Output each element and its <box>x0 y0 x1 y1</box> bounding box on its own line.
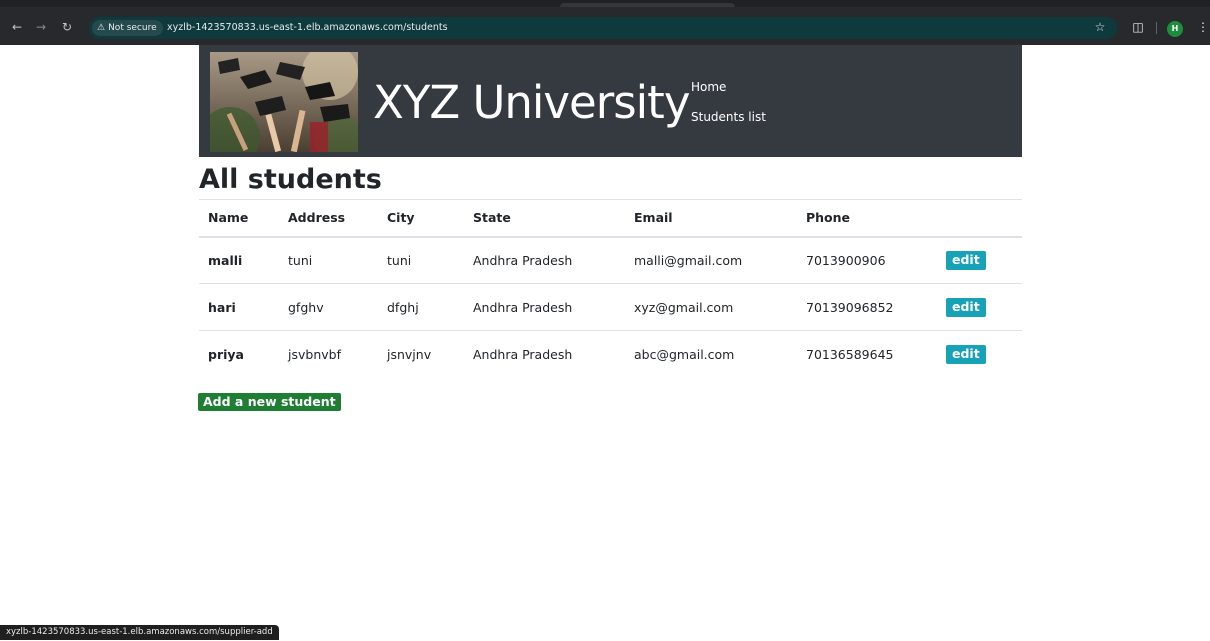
cell-actions: edit <box>937 236 1022 284</box>
address-bar[interactable]: ⚠ Not secure xyzlb-1423570833.us-east-1.e… <box>89 17 1117 39</box>
cell-phone: 70136589645 <box>797 330 937 378</box>
column-header-address: Address <box>279 199 378 238</box>
warning-icon: ⚠ <box>97 23 106 33</box>
back-arrow-icon[interactable]: ← <box>8 18 26 36</box>
cell-actions: edit <box>937 330 1022 378</box>
add-student-button[interactable]: Add a new student <box>198 393 341 411</box>
table-row: malli tuni tuni Andhra Pradesh malli@gma… <box>199 236 1022 284</box>
cell-email: xyz@gmail.com <box>625 283 797 331</box>
forward-arrow-icon[interactable]: → <box>32 18 50 36</box>
security-label: Not secure <box>108 23 157 33</box>
reload-icon[interactable]: ↻ <box>58 18 76 36</box>
site-header: XYZ University Home Students list <box>199 45 1022 157</box>
cell-state: Andhra Pradesh <box>464 283 625 331</box>
column-header-phone: Phone <box>797 199 937 238</box>
extensions-icon[interactable]: ◫ <box>1129 18 1147 36</box>
security-badge[interactable]: ⚠ Not secure <box>92 20 163 36</box>
tab-strip <box>0 0 1210 7</box>
profile-avatar[interactable]: H <box>1167 21 1183 37</box>
cell-city: jsnvjnv <box>378 330 464 378</box>
cell-name: priya <box>199 330 279 378</box>
cell-address: tuni <box>279 236 378 284</box>
column-header-name: Name <box>199 199 279 238</box>
cell-email: abc@gmail.com <box>625 330 797 378</box>
nav-link-home[interactable]: Home <box>691 80 726 94</box>
cell-address: gfghv <box>279 283 378 331</box>
nav-link-students-list[interactable]: Students list <box>691 110 766 124</box>
edit-button[interactable]: edit <box>946 250 986 270</box>
cell-email: malli@gmail.com <box>625 236 797 284</box>
site-title: XYZ University <box>373 76 690 129</box>
page-title: All students <box>199 164 382 195</box>
edit-button[interactable]: edit <box>946 344 986 364</box>
cell-state: Andhra Pradesh <box>464 236 625 284</box>
table-row: priya jsvbnvbf jsnvjnv Andhra Pradesh ab… <box>199 330 1022 378</box>
cell-city: tuni <box>378 236 464 284</box>
star-icon[interactable]: ☆ <box>1091 18 1109 36</box>
cell-address: jsvbnvbf <box>279 330 378 378</box>
cell-actions: edit <box>937 283 1022 331</box>
cell-state: Andhra Pradesh <box>464 330 625 378</box>
cell-name: hari <box>199 283 279 331</box>
graduation-caps-image <box>210 52 358 152</box>
column-header-city: City <box>378 199 464 238</box>
browser-toolbar: ← → ↻ ⚠ Not secure xyzlb-1423570833.us-ea… <box>0 7 1210 45</box>
kebab-menu-icon[interactable]: ⋮ <box>1194 18 1210 36</box>
url-text[interactable]: xyzlb-1423570833.us-east-1.elb.amazonaws… <box>167 17 448 39</box>
table-row: hari gfghv dfghj Andhra Pradesh xyz@gmai… <box>199 283 1022 331</box>
cell-phone: 7013900906 <box>797 236 937 284</box>
students-table: Name Address City State Email Phone mall… <box>199 199 1022 378</box>
edit-button[interactable]: edit <box>946 297 986 317</box>
column-header-state: State <box>464 199 625 238</box>
cell-name: malli <box>199 236 279 284</box>
cell-city: dfghj <box>378 283 464 331</box>
status-bar-url: xyzlb-1423570833.us-east-1.elb.amazonaws… <box>0 625 279 640</box>
toolbar-divider <box>1156 22 1157 34</box>
table-header-row: Name Address City State Email Phone <box>199 199 1022 238</box>
column-header-email: Email <box>625 199 797 238</box>
cell-phone: 70139096852 <box>797 283 937 331</box>
column-header-actions <box>937 199 1022 238</box>
